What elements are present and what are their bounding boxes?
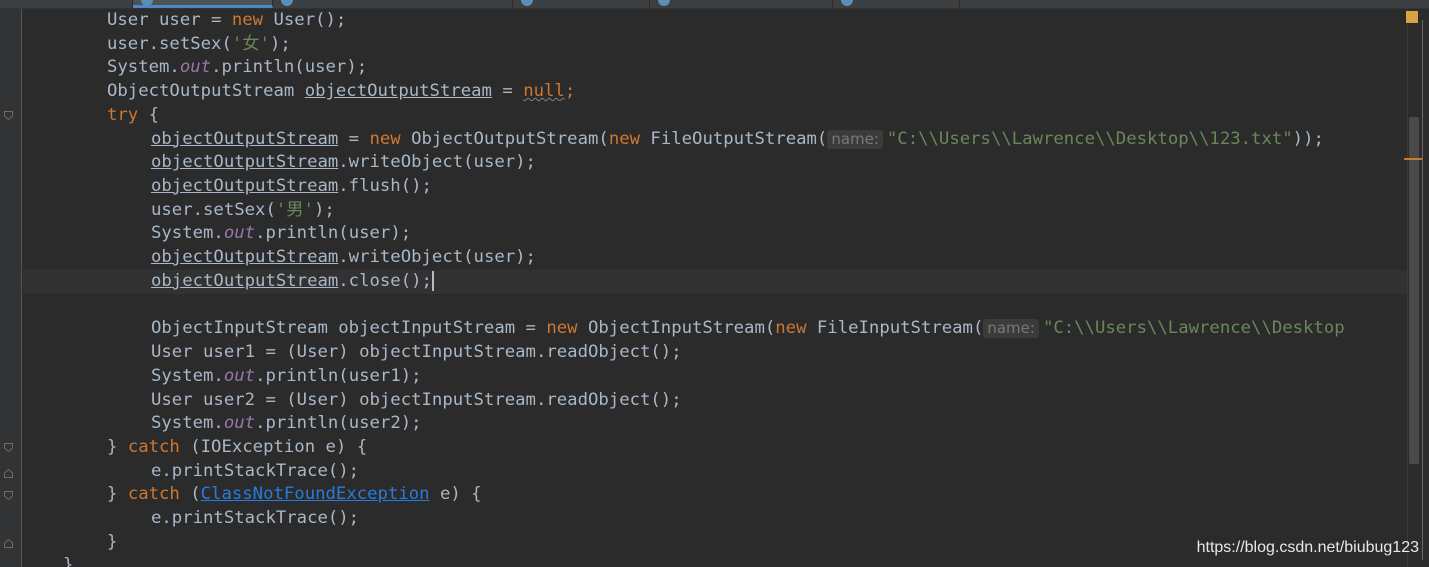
editor-tab[interactable] <box>650 0 833 8</box>
fold-icon[interactable] <box>4 491 13 500</box>
code-line: System.out.println(user2); <box>151 413 422 434</box>
inspection-warning-icon[interactable] <box>1406 11 1418 23</box>
code-line: objectOutputStream.close(); <box>151 271 434 291</box>
parameter-name-hint: name: <box>983 319 1039 339</box>
code-line: user.setSex('男'); <box>151 199 335 220</box>
fold-icon[interactable] <box>4 539 13 548</box>
java-class-icon <box>841 0 853 6</box>
warning-marker[interactable] <box>1404 158 1422 160</box>
code-line: System.out.println(user); <box>107 57 368 78</box>
editor-tab[interactable] <box>273 0 513 8</box>
code-editor[interactable]: User user = new User(); user.setSex('女')… <box>23 9 1407 567</box>
code-line: System.out.println(user); <box>151 223 412 244</box>
code-line: objectOutputStream.writeObject(user); <box>151 152 536 173</box>
right-margin-guide <box>1422 20 1423 560</box>
vertical-scrollbar-thumb[interactable] <box>1409 117 1419 464</box>
editor-tab[interactable] <box>833 0 960 8</box>
code-line: try { <box>107 104 160 125</box>
text-caret <box>431 271 434 291</box>
java-class-icon <box>521 0 533 6</box>
editor-tab[interactable] <box>0 0 133 8</box>
code-line: e.printStackTrace(); <box>151 460 360 481</box>
code-line: objectOutputStream = new ObjectOutputStr… <box>151 128 1324 149</box>
code-line: } catch (ClassNotFoundException e) { <box>107 484 482 505</box>
code-line: } <box>107 531 118 552</box>
fold-icon[interactable] <box>4 443 13 452</box>
null-warning: null <box>523 81 565 102</box>
code-line: objectOutputStream.writeObject(user); <box>151 247 536 267</box>
fold-icon[interactable] <box>4 111 13 120</box>
java-class-icon <box>658 0 670 6</box>
code-line: User user = new User(); <box>107 10 347 30</box>
code-line: user.setSex('女'); <box>107 33 291 54</box>
code-line: User user2 = (User) objectInputStream.re… <box>151 389 682 410</box>
code-line: } catch (IOException e) { <box>107 436 368 457</box>
code-line: } <box>63 555 74 567</box>
code-line: e.printStackTrace(); <box>151 508 360 528</box>
code-line: System.out.println(user1); <box>151 365 422 386</box>
code-line: User user1 = (User) objectInputStream.re… <box>151 342 682 363</box>
parameter-name-hint: name: <box>827 129 883 149</box>
editor-gutter <box>0 9 22 567</box>
editor-tab[interactable] <box>513 0 650 8</box>
watermark: https://blog.csdn.net/biubug123 <box>1196 539 1419 556</box>
java-class-icon <box>141 0 153 6</box>
class-link[interactable]: ClassNotFoundException <box>201 484 430 504</box>
fold-icon[interactable] <box>4 469 13 478</box>
editor-tab-bar <box>0 0 1429 9</box>
editor-tab-active[interactable] <box>133 0 273 8</box>
code-line: ObjectOutputStream objectOutputStream = … <box>107 81 576 102</box>
java-class-icon <box>281 0 293 6</box>
code-line: ObjectInputStream objectInputStream = ne… <box>151 318 1345 339</box>
code-line: objectOutputStream.flush(); <box>151 175 432 196</box>
